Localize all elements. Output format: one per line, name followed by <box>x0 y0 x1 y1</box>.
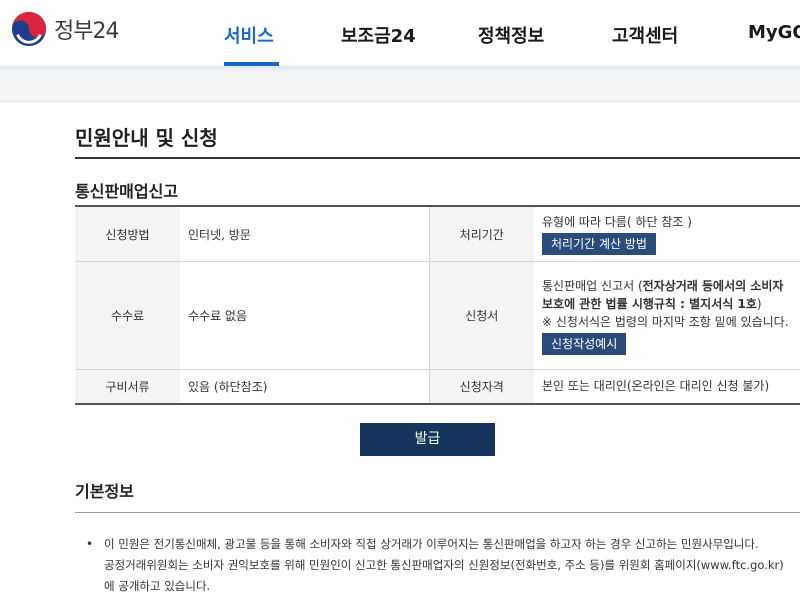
description: • 이 민원은 전기통신매체, 광고물 등을 통해 소비자와 직접 상거래가 이… <box>86 534 786 597</box>
nav-item-mygov[interactable]: MyGO <box>748 22 800 43</box>
service-info-table: 신청방법 인터넷, 방문 처리기간 유형에 따라 다름( 하단 참조 ) 처리기… <box>75 205 800 405</box>
basic-info-title: 기본정보 <box>75 482 134 501</box>
period-label: 처리기간 <box>428 205 534 262</box>
nav-item-policy[interactable]: 정책정보 <box>478 22 544 48</box>
description-line3: 에 공개하고 있습니다. <box>104 579 211 593</box>
section-title: 통신판매업신고 <box>75 182 179 201</box>
fee-label: 수수료 <box>75 261 180 370</box>
site-logo[interactable]: 정부24 <box>10 10 119 48</box>
logo-text: 정부24 <box>54 19 119 44</box>
docs-value: 있음 (하단참조) <box>180 369 429 405</box>
form-value: 통신판매업 신고서 (전자상거래 등에서의 소비자 보호에 관한 법률 시행규칙… <box>542 277 792 313</box>
sub-bar <box>0 72 800 102</box>
qual-label: 신청자격 <box>428 369 534 405</box>
period-value: 유형에 따라 다름( 하단 참조 ) <box>542 215 692 229</box>
title-divider <box>75 157 800 159</box>
qual-value: 본인 또는 대리인(온라인은 대리인 신청 불가) <box>534 369 800 405</box>
form-value-prefix: 통신판매업 신고서 ( <box>542 278 643 293</box>
form-example-button[interactable]: 신청작성예시 <box>542 332 627 355</box>
method-value: 인터넷, 방문 <box>180 205 429 262</box>
page-title: 민원안내 및 신청 <box>75 126 218 150</box>
nav-item-subsidy24[interactable]: 보조금24 <box>341 22 416 48</box>
issue-button[interactable]: 발급 <box>360 423 495 456</box>
form-label: 신청서 <box>428 261 534 370</box>
site-header: 정부24 서비스 보조금24 정책정보 고객센터 MyGO <box>0 0 800 66</box>
table-row: 신청방법 인터넷, 방문 처리기간 유형에 따라 다름( 하단 참조 ) 처리기… <box>75 205 800 262</box>
form-note: ※ 신청서식은 법령의 마지막 조항 밑에 있습니다. <box>542 314 789 329</box>
nav-item-customer-center[interactable]: 고객센터 <box>612 22 678 48</box>
form-value-suffix: ) <box>756 296 762 311</box>
description-line2: 공정거래위원회는 소비자 권익보호를 위해 민원인이 신고한 통신판매업자의 신… <box>104 558 784 572</box>
basic-info-divider <box>75 512 800 513</box>
fee-value: 수수료 없음 <box>180 261 429 370</box>
description-line1: 이 민원은 전기통신매체, 광고물 등을 통해 소비자와 직접 상거래가 이루어… <box>104 537 759 551</box>
nav-item-service[interactable]: 서비스 <box>224 22 274 48</box>
bullet-icon: • <box>86 537 94 551</box>
docs-label: 구비서류 <box>75 369 180 405</box>
period-cell: 유형에 따라 다름( 하단 참조 ) 처리기간 계산 방법 <box>534 205 800 262</box>
form-cell: 통신판매업 신고서 (전자상거래 등에서의 소비자 보호에 관한 법률 시행규칙… <box>534 261 800 370</box>
method-label: 신청방법 <box>75 205 180 262</box>
period-calc-button[interactable]: 처리기간 계산 방법 <box>542 233 656 255</box>
table-row: 수수료 수수료 없음 신청서 통신판매업 신고서 (전자상거래 등에서의 소비자… <box>75 261 800 370</box>
table-row: 구비서류 있음 (하단참조) 신청자격 본인 또는 대리인(온라인은 대리인 신… <box>75 369 800 405</box>
taegeuk-emblem-icon <box>11 11 47 47</box>
